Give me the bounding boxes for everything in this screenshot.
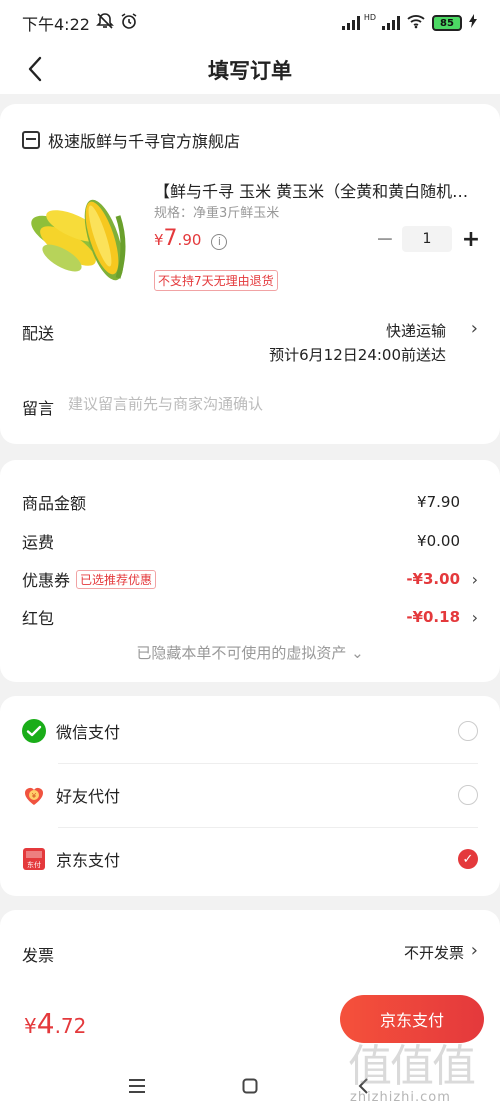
return-policy-badge: 不支持7天无理由退货	[154, 270, 278, 291]
red-packet-row[interactable]: 红包 -¥0.18 ›	[22, 605, 478, 629]
chevron-right-icon[interactable]: ›	[464, 608, 478, 627]
order-item-card: 极速版鲜与千寻官方旗舰店 【鲜与千寻 玉米 黄玉米（全黄和黄白随机… 规格：净重…	[0, 104, 500, 444]
delivery-eta: 预计6月12日24:00前送达	[269, 346, 446, 364]
battery-indicator: 85	[432, 15, 462, 31]
menu-icon[interactable]	[122, 1071, 152, 1101]
coupon-label: 优惠券	[22, 571, 71, 590]
price-integer: 7	[163, 226, 178, 251]
status-right: HD 85	[341, 13, 478, 33]
checkout-bar: ¥ 4 .72 京东支付	[0, 985, 500, 1060]
note-label: 留言	[22, 399, 55, 418]
signal-icon-2	[382, 16, 400, 30]
shop-name: 极速版鲜与千寻官方旗舰店	[48, 132, 241, 151]
total-currency: ¥	[24, 1014, 37, 1038]
friend-pay-icon: ¥	[22, 783, 46, 807]
status-bar: 下午4:22 HD 85	[0, 0, 500, 46]
info-icon[interactable]: i	[211, 233, 228, 250]
radio-button[interactable]	[458, 721, 478, 741]
chevron-left-icon	[28, 56, 42, 82]
submit-payment-button[interactable]: 京东支付	[340, 995, 484, 1043]
shipping-fee-row: 运费 ¥0.00	[22, 529, 478, 553]
price-currency: ¥	[154, 231, 164, 249]
goods-amount-label: 商品金额	[22, 494, 87, 513]
payment-label: 好友代付	[56, 787, 121, 806]
invoice-label: 发票	[22, 946, 55, 965]
notifications-muted-icon	[96, 12, 114, 34]
delivery-label: 配送	[22, 324, 55, 343]
chevron-right-icon[interactable]: ›	[471, 318, 478, 339]
goods-amount-value: ¥7.90	[417, 493, 460, 511]
red-packet-label: 红包	[22, 609, 55, 628]
chevron-right-icon[interactable]: ›	[471, 940, 478, 961]
radio-button[interactable]	[458, 785, 478, 805]
increase-quantity-button[interactable]: +	[458, 226, 484, 252]
alarm-icon	[120, 12, 138, 34]
coupon-value: -¥3.00	[406, 570, 460, 588]
coupon-row[interactable]: 优惠券 已选推荐优惠 -¥3.00 ›	[22, 567, 478, 591]
invoice-value[interactable]: 不开发票	[404, 942, 464, 963]
price-decimal: .90	[177, 231, 202, 249]
decrease-quantity-button[interactable]: −	[372, 226, 398, 252]
hidden-assets-toggle[interactable]: 已隐藏本单不可使用的虚拟资产 ⌄	[0, 642, 500, 663]
charging-icon	[468, 13, 478, 33]
page-title: 填写订单	[208, 59, 292, 83]
shop-row[interactable]: 极速版鲜与千寻官方旗舰店	[22, 128, 240, 152]
shipping-fee-label: 运费	[22, 533, 55, 552]
wifi-icon	[406, 13, 426, 33]
product-title[interactable]: 【鲜与千寻 玉米 黄玉米（全黄和黄白随机…	[154, 178, 474, 202]
payment-option-wechat[interactable]: 微信支付	[22, 700, 478, 762]
payment-option-friend[interactable]: ¥ 好友代付	[22, 764, 478, 826]
home-icon[interactable]	[235, 1071, 265, 1101]
status-left: 下午4:22	[22, 11, 138, 35]
red-packet-value: -¥0.18	[406, 608, 460, 626]
status-time: 下午4:22	[22, 15, 90, 34]
note-input[interactable]	[68, 391, 468, 417]
system-nav-bar	[0, 1060, 500, 1111]
corn-image	[31, 199, 126, 281]
network-label: HD	[363, 13, 376, 22]
product-price: ¥ 7 .90 i	[154, 226, 228, 251]
total-integer: 4	[36, 1007, 55, 1040]
nav-bar: 填写订单	[0, 46, 500, 94]
signal-icon	[341, 16, 360, 30]
quantity-value[interactable]: 1	[402, 226, 452, 252]
back-nav-icon[interactable]	[348, 1071, 378, 1101]
product-spec[interactable]: 规格：净重3斤鲜玉米	[154, 202, 279, 221]
quantity-stepper: − 1 +	[372, 226, 484, 252]
shop-icon	[22, 131, 40, 149]
svg-text:东付: 东付	[27, 860, 41, 869]
shipping-fee-value: ¥0.00	[417, 532, 460, 550]
wechat-pay-icon	[22, 719, 46, 743]
payment-label: 京东支付	[56, 851, 121, 870]
svg-text:¥: ¥	[32, 792, 37, 800]
back-button[interactable]	[20, 54, 50, 84]
total-decimal: .72	[54, 1014, 87, 1038]
chevron-right-icon[interactable]: ›	[464, 570, 478, 589]
payment-label: 微信支付	[56, 723, 121, 742]
radio-button-checked[interactable]: ✓	[458, 849, 478, 869]
product-image[interactable]	[22, 176, 140, 294]
jd-pay-icon: 东付	[22, 847, 46, 871]
total-price: ¥ 4 .72	[24, 1007, 86, 1040]
delivery-method[interactable]: 快递运输	[386, 320, 446, 341]
payment-method-card: 微信支付 ¥ 好友代付 东付 京东支付 ✓	[0, 696, 500, 896]
goods-amount-row: 商品金额 ¥7.90	[22, 490, 478, 514]
payment-option-jd[interactable]: 东付 京东支付 ✓	[22, 828, 478, 890]
coupon-badge: 已选推荐优惠	[76, 569, 157, 589]
price-summary-card: 商品金额 ¥7.90 运费 ¥0.00 优惠券 已选推荐优惠 -¥3.00 › …	[0, 460, 500, 682]
